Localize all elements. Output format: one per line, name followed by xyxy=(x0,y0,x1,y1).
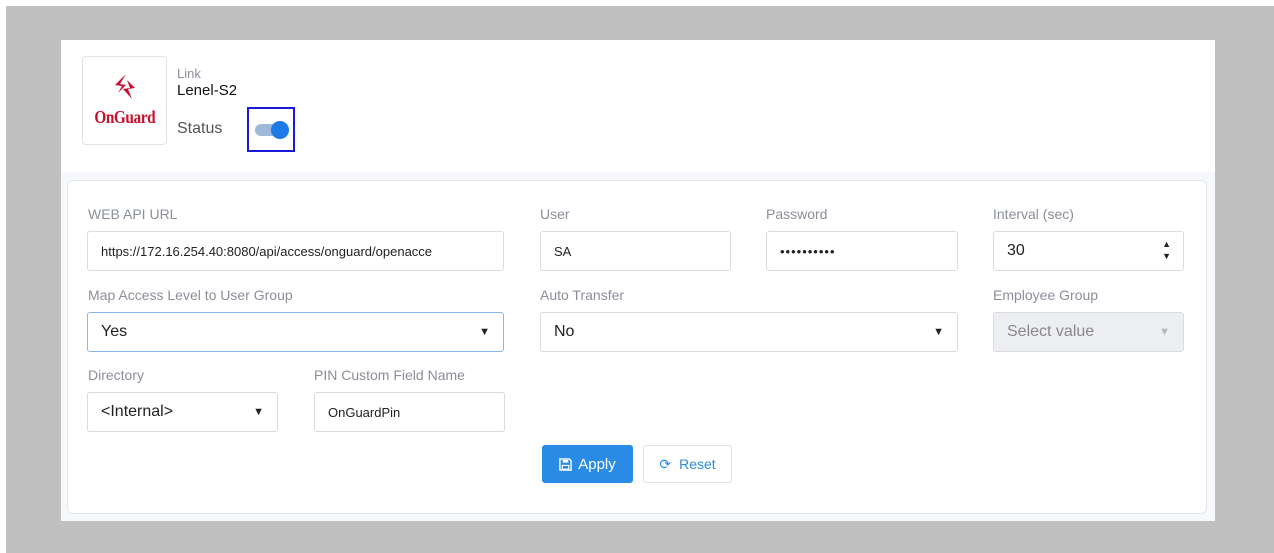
onguard-logo-mark-icon xyxy=(114,74,135,99)
settings-panel: WEB API URL User Password Interval (sec)… xyxy=(67,180,1207,514)
link-caption: Link xyxy=(177,66,201,81)
map-access-level-select[interactable]: Yes ▼ xyxy=(87,312,504,352)
link-name: Lenel-S2 xyxy=(177,82,238,99)
password-input[interactable]: •••••••••• xyxy=(766,231,958,271)
interval-input[interactable]: 30 ▲ ▼ xyxy=(993,231,1184,271)
password-label: Password xyxy=(766,206,828,222)
chevron-down-icon: ▼ xyxy=(1159,326,1170,338)
map-access-level-label: Map Access Level to User Group xyxy=(88,287,293,303)
interval-label: Interval (sec) xyxy=(993,206,1074,222)
save-icon xyxy=(559,457,573,471)
user-input[interactable]: SA xyxy=(540,231,731,271)
web-api-url-label: WEB API URL xyxy=(88,206,178,222)
interval-value: 30 xyxy=(1007,242,1025,259)
reset-label: Reset xyxy=(679,456,716,472)
refresh-icon: ⟳ xyxy=(659,456,672,472)
stepper-down-icon[interactable]: ▼ xyxy=(1162,250,1171,262)
auto-transfer-label: Auto Transfer xyxy=(540,287,625,303)
directory-select[interactable]: <Internal> ▼ xyxy=(87,392,278,432)
integration-header: OnGuard Link Lenel-S2 Status xyxy=(61,40,1215,172)
apply-label: Apply xyxy=(578,455,616,473)
apply-button[interactable]: Apply xyxy=(542,445,633,483)
logo-wordmark: OnGuard xyxy=(94,107,155,127)
auto-transfer-select[interactable]: No ▼ xyxy=(540,312,958,352)
chevron-down-icon: ▼ xyxy=(933,326,944,338)
user-label: User xyxy=(540,206,570,222)
onguard-logo: OnGuard xyxy=(82,56,167,145)
integration-card: OnGuard Link Lenel-S2 Status WEB API URL… xyxy=(61,40,1215,521)
employee-group-label: Employee Group xyxy=(993,287,1099,303)
interval-stepper[interactable]: ▲ ▼ xyxy=(1162,238,1171,262)
employee-group-select: Select value ▼ xyxy=(993,312,1184,352)
status-toggle-knob xyxy=(271,121,289,139)
directory-value: <Internal> xyxy=(101,403,174,420)
map-access-level-value: Yes xyxy=(101,323,128,340)
directory-label: Directory xyxy=(88,367,145,383)
pin-custom-field-input[interactable]: OnGuardPin xyxy=(314,392,505,432)
reset-button[interactable]: ⟳ Reset xyxy=(643,445,732,483)
employee-group-placeholder: Select value xyxy=(1007,323,1095,340)
status-label: Status xyxy=(177,120,223,137)
auto-transfer-value: No xyxy=(554,323,575,340)
status-toggle[interactable] xyxy=(255,121,289,139)
pin-custom-field-label: PIN Custom Field Name xyxy=(314,367,465,383)
web-api-url-input[interactable]: https://172.16.254.40:8080/api/access/on… xyxy=(87,231,504,271)
stepper-up-icon[interactable]: ▲ xyxy=(1162,238,1171,250)
chevron-down-icon: ▼ xyxy=(253,406,264,418)
chevron-down-icon: ▼ xyxy=(479,326,490,338)
